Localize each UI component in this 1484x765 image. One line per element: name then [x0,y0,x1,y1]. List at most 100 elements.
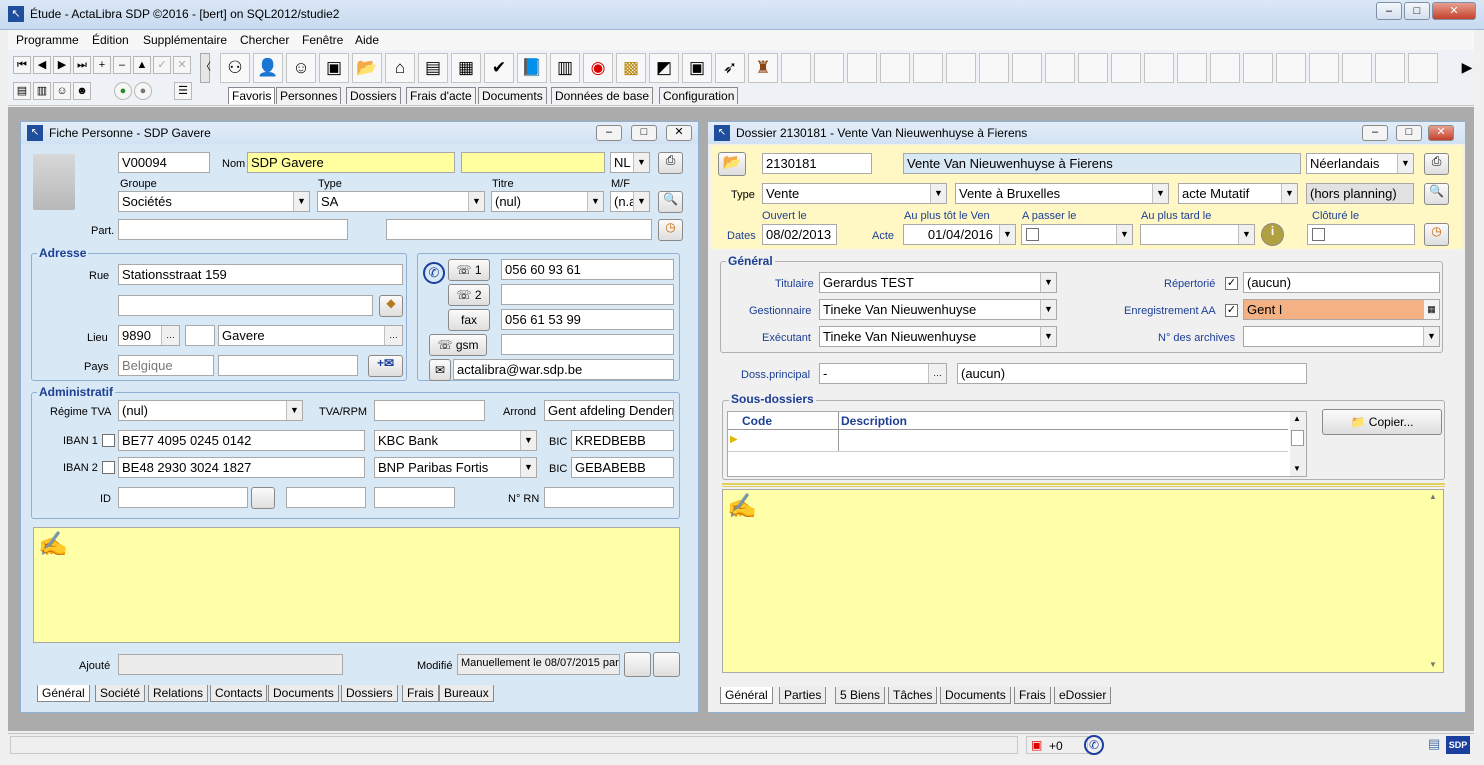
scanner-icon[interactable]: ➶ [715,53,745,83]
phone-icon[interactable]: ✆ [1084,735,1104,755]
rue-field-2[interactable] [118,295,373,316]
clock-icon[interactable]: ◷ [658,219,683,241]
search-dossier-icon[interactable]: ☻ [73,82,91,100]
mf-select[interactable]: (n.a ▼ [610,191,650,212]
person-notes-memo[interactable]: ✍ [33,527,680,643]
language-select[interactable]: NL ▼ [610,152,650,173]
menu-supplementaire[interactable]: Supplémentaire [143,33,227,47]
principal-field[interactable]: -… [819,363,947,384]
person-tab-frais[interactable]: Frais [402,685,439,702]
ouvert-field[interactable]: 08/02/2013 [762,224,837,245]
dossier-maximize-button[interactable]: □ [1396,125,1422,141]
dossier-minimize-button[interactable]: – [1362,125,1388,141]
bank2-select[interactable]: BNP Paribas Fortis ▼ [374,457,537,478]
cancel-record-button[interactable]: ✕ [173,56,191,74]
email-icon[interactable]: ✉ [429,359,451,381]
bank1-select[interactable]: KBC Bank ▼ [374,430,537,451]
first-record-button[interactable]: ⏮ [13,56,31,74]
tva-field[interactable] [374,400,485,421]
tab-personnes[interactable]: Personnes [276,87,342,104]
scroll-thumb[interactable] [1291,430,1304,446]
repertorie-field[interactable]: (aucun) [1243,272,1440,293]
dossier-tab-general[interactable]: Général [720,687,773,704]
part-field-2[interactable] [386,219,652,240]
book-icon[interactable]: 📘 [517,53,547,83]
search-button[interactable]: 🔍 [1424,183,1449,205]
stamp-icon[interactable]: ♜ [748,53,778,83]
id-field-2[interactable] [286,487,366,508]
history-button-1[interactable] [624,652,651,677]
cloture-checkbox[interactable] [1312,228,1325,241]
scroll-left-icon[interactable]: 〈 [200,53,211,83]
person-name-field[interactable]: SDP Gavere [247,152,455,173]
search-person-icon[interactable]: ☺ [53,82,71,100]
print-person-button[interactable]: ⎙ [658,152,683,174]
dossier-tab-biens[interactable]: 5 Biens [835,687,886,704]
list-icon[interactable]: ☰ [174,82,192,100]
add-address-button[interactable]: +✉ [368,355,403,377]
grid-scrollbar[interactable]: ▲ ▼ [1290,412,1306,476]
bic1-field[interactable]: KREDBEBB [571,430,674,451]
tab-configuration[interactable]: Configuration [659,87,739,104]
id-lookup-button[interactable] [251,487,275,509]
fax-button[interactable]: fax [448,309,490,331]
dossier-tab-parties[interactable]: Parties [779,687,827,704]
org-chart-icon[interactable]: ⚇ [220,53,250,83]
scroll-right-icon[interactable]: ▶ [1461,53,1473,83]
book-edit-icon[interactable]: ◩ [649,53,679,83]
history-button-2[interactable] [653,652,680,677]
id-field-3[interactable] [374,487,455,508]
menu-chercher[interactable]: Chercher [240,33,289,47]
menu-edition[interactable]: Édition [92,33,129,47]
iban2-checkbox[interactable] [102,461,115,474]
au-plus-tard-field[interactable]: ▼ [1140,224,1255,245]
phone-icon[interactable]: ✆ [423,262,445,284]
fax-field[interactable]: 056 61 53 99 [501,309,674,330]
dossier-name-field[interactable]: Vente Van Nieuwenhuyse à Fierens [903,153,1301,174]
network-person-icon[interactable]: ▣ [682,53,712,83]
phone2-field[interactable] [501,284,674,305]
edit-record-button[interactable]: ▲ [133,56,151,74]
menu-fenetre[interactable]: Fenêtre [302,33,343,47]
map-pin-icon[interactable]: ◆ [379,295,403,317]
dossier-person-icon[interactable]: ▣ [319,53,349,83]
id-field[interactable] [118,487,248,508]
next-record-button[interactable]: ▶ [53,56,71,74]
gsm-button[interactable]: ☏ gsm [429,334,487,356]
col-description-header[interactable]: Description [841,414,907,428]
dossier-tab-taches[interactable]: Tâches [888,687,938,704]
lieu-field[interactable]: Gavere… [218,325,403,346]
groupe-select[interactable]: Sociétés ▼ [118,191,310,212]
a-passer-field[interactable]: ▼ [1021,224,1133,245]
print-preview-icon[interactable]: ▥ [33,82,51,100]
person-tab-general[interactable]: Général [37,685,90,702]
phone2-button[interactable]: ☏ 2 [448,284,490,306]
cloture-field[interactable] [1307,224,1415,245]
part-field[interactable] [118,219,348,240]
tab-dossiers[interactable]: Dossiers [346,87,401,104]
arrond-field[interactable]: Gent afdeling Denderr [544,400,674,421]
info-icon[interactable]: i [1261,223,1284,246]
scroll-up-icon[interactable]: ▲ [1293,414,1301,423]
type1-select[interactable]: Vente ▼ [762,183,947,204]
person-tab-bureaux[interactable]: Bureaux [439,685,494,702]
regime-select[interactable]: (nul) ▼ [118,400,303,421]
prev-record-button[interactable]: ◀ [33,56,51,74]
principal-name-field[interactable]: (aucun) [957,363,1307,384]
person-close-button[interactable]: ✕ [666,125,692,141]
type3-select[interactable]: acte Mutatif ▼ [1178,183,1298,204]
iban2-field[interactable]: BE48 2930 3024 1827 [118,457,365,478]
tab-documents[interactable]: Documents [478,87,547,104]
tab-frais-acte[interactable]: Frais d'acte [406,87,476,104]
gestionnaire-select[interactable]: Tineke Van Nieuwenhuyse ▼ [819,299,1057,320]
dossier-notes-memo[interactable]: ✍ ▲ ▼ [722,489,1444,673]
person-card-icon[interactable]: 👤 [253,53,283,83]
person-icon[interactable]: ☺ [286,53,316,83]
scroll-down-icon[interactable]: ▼ [1429,660,1437,669]
calculator-icon[interactable]: ▦ [451,53,481,83]
maximize-button[interactable]: □ [1404,2,1430,20]
add-record-button[interactable]: + [93,56,111,74]
person-tab-dossiers[interactable]: Dossiers [341,685,398,702]
postcode-field[interactable]: 9890… [118,325,180,346]
titre-select[interactable]: (nul) ▼ [491,191,604,212]
